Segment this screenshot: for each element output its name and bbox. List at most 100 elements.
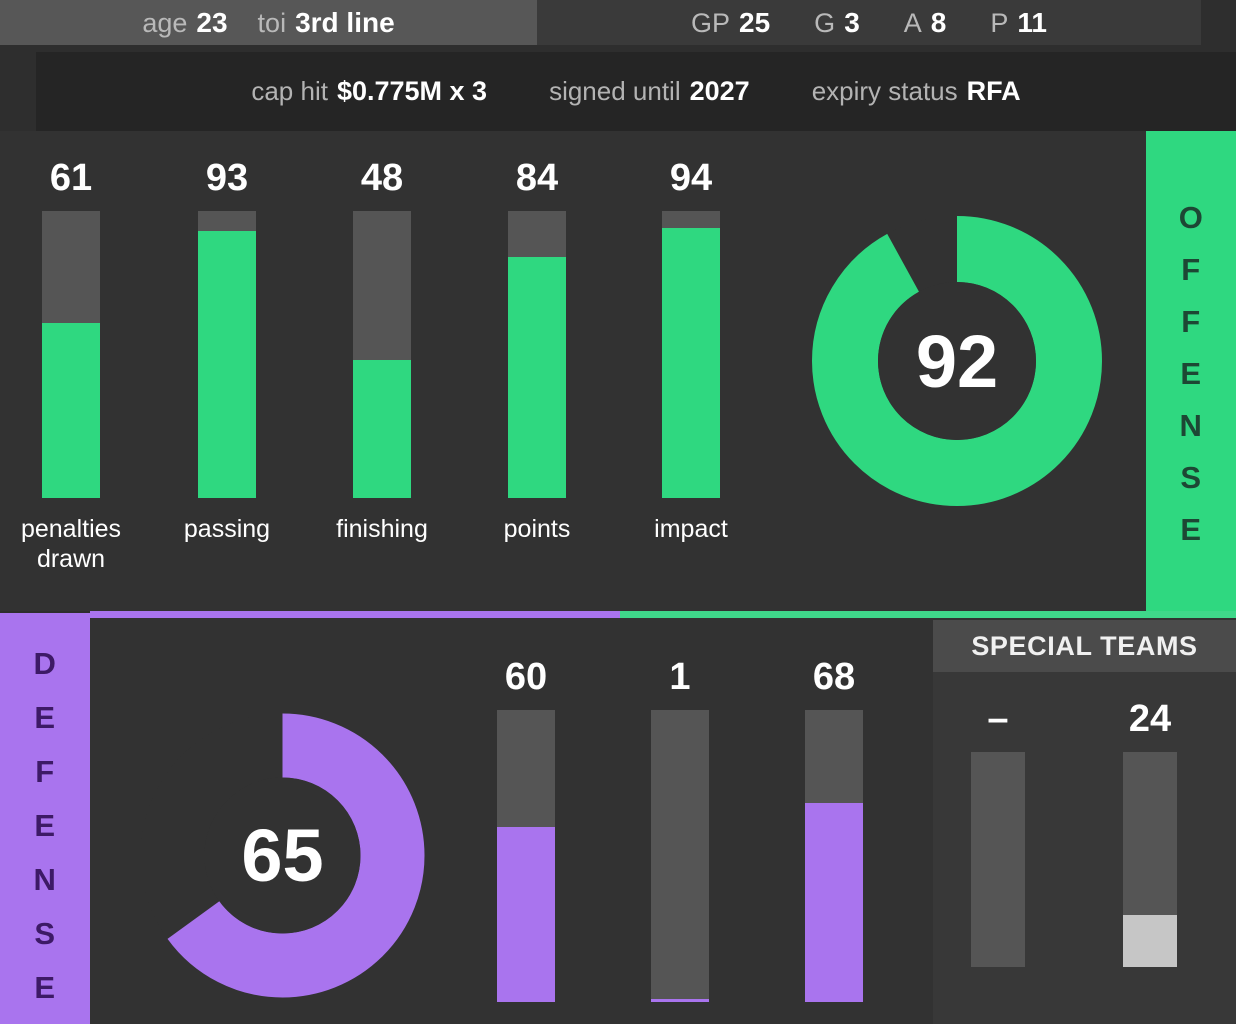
stat-toi-label: toi bbox=[257, 7, 287, 38]
special-teams-section: SPECIAL TEAMS – 24 bbox=[933, 620, 1236, 1024]
stat-gp: GP 25 bbox=[691, 7, 770, 39]
stat-gp-value: 25 bbox=[739, 6, 771, 38]
bar-label: impact bbox=[654, 515, 728, 543]
bar-value: 48 bbox=[360, 157, 404, 199]
stat-goals-label: G bbox=[814, 7, 836, 38]
stat-assists-value: 8 bbox=[930, 6, 947, 38]
defense-letter: E bbox=[34, 700, 56, 735]
contract-expiry-status-value: RFA bbox=[966, 76, 1021, 106]
offense-donut-icon bbox=[812, 216, 1102, 506]
defense-letter: S bbox=[34, 916, 56, 951]
stat-assists: A 8 bbox=[904, 7, 947, 39]
bar-fill bbox=[353, 360, 411, 498]
bar-defense-3: 68 bbox=[777, 658, 891, 1018]
stat-toi: toi 3rd line bbox=[258, 7, 395, 39]
bar-finishing: 48 finishing bbox=[325, 159, 439, 544]
offense-section: 61 penalties drawn 93 passing 48 finishi… bbox=[0, 131, 1236, 611]
bar-fill bbox=[651, 999, 709, 1002]
offense-letter: S bbox=[1180, 460, 1202, 495]
offense-letter: F bbox=[1181, 304, 1201, 339]
stat-assists-label: A bbox=[903, 7, 922, 38]
bar-value: 93 bbox=[205, 157, 249, 199]
bar-track bbox=[805, 710, 863, 1002]
offense-letter: F bbox=[1181, 252, 1201, 287]
stat-points-value: 11 bbox=[1017, 6, 1047, 38]
bar-label: penalties drawn bbox=[20, 515, 122, 573]
bar-impact: 94 impact bbox=[634, 159, 748, 544]
bar-value: 94 bbox=[669, 157, 713, 199]
bar-defense-1: 60 bbox=[469, 658, 583, 1018]
defense-rating-gauge: 65 bbox=[140, 713, 425, 998]
bar-label: finishing bbox=[336, 515, 428, 543]
defense-letter: D bbox=[33, 646, 57, 681]
defense-letter: E bbox=[34, 808, 56, 843]
offense-side-panel: O F F E N S E bbox=[1146, 131, 1236, 611]
bar-label: passing bbox=[183, 515, 271, 543]
offense-letter: N bbox=[1179, 408, 1203, 443]
bar-fill bbox=[198, 231, 256, 498]
bar-track bbox=[198, 211, 256, 498]
stat-gp-label: GP bbox=[691, 7, 731, 38]
stat-age-label: age bbox=[142, 7, 188, 38]
offense-letter: E bbox=[1180, 356, 1202, 391]
contract-row: cap hit $0.775M x 3 signed until 2027 ex… bbox=[36, 52, 1236, 131]
contract-signed-until: signed until 2027 bbox=[549, 76, 750, 107]
bar-track bbox=[1123, 752, 1177, 967]
stat-toi-value: 3rd line bbox=[295, 6, 395, 38]
bar-fill bbox=[42, 322, 100, 498]
stat-goals: G 3 bbox=[814, 7, 860, 39]
contract-signed-until-value: 2027 bbox=[689, 76, 750, 106]
contract-cap-hit-value: $0.775M x 3 bbox=[336, 76, 488, 106]
bar-fill bbox=[508, 256, 566, 498]
bar-value: 60 bbox=[504, 656, 548, 698]
bar-fill bbox=[662, 228, 720, 498]
bar-penalties-drawn: 61 penalties drawn bbox=[14, 159, 128, 574]
stat-age: age 23 bbox=[142, 7, 227, 39]
header-bio-segment: age 23 toi 3rd line bbox=[0, 0, 537, 45]
header-stat-row: age 23 toi 3rd line GP 25 G 3 A 8 P 11 bbox=[0, 0, 1236, 45]
bar-value: – bbox=[987, 698, 1009, 740]
bar-track bbox=[971, 752, 1025, 967]
bar-track bbox=[353, 211, 411, 498]
bar-track bbox=[508, 211, 566, 498]
stat-points: P 11 bbox=[990, 7, 1047, 39]
defense-letter: F bbox=[35, 754, 55, 789]
contract-expiry-status-label: expiry status bbox=[811, 76, 958, 106]
bar-value: 24 bbox=[1128, 698, 1172, 740]
contract-signed-until-label: signed until bbox=[549, 76, 681, 106]
divider-offense-accent bbox=[620, 611, 1236, 618]
offense-letter: O bbox=[1178, 200, 1204, 235]
bar-value: 61 bbox=[49, 157, 93, 199]
bar-value: 1 bbox=[669, 656, 691, 698]
bar-fill bbox=[1123, 915, 1177, 967]
bar-track bbox=[662, 211, 720, 498]
defense-letter: N bbox=[33, 862, 57, 897]
bar-special-teams-1: – bbox=[941, 700, 1055, 983]
bar-fill bbox=[805, 803, 863, 1002]
defense-side-panel: D E F E N S E bbox=[0, 613, 90, 1024]
bar-defense-2: 1 bbox=[623, 658, 737, 1018]
player-stats-card: age 23 toi 3rd line GP 25 G 3 A 8 P 11 c… bbox=[0, 0, 1236, 1024]
bar-fill bbox=[497, 826, 555, 1002]
offense-letter: E bbox=[1180, 512, 1202, 547]
bar-special-teams-2: 24 bbox=[1093, 700, 1207, 983]
offense-rating-gauge: 92 bbox=[812, 216, 1102, 506]
stat-points-label: P bbox=[990, 7, 1009, 38]
stat-age-value: 23 bbox=[196, 6, 228, 38]
header-filler bbox=[1201, 0, 1236, 45]
bar-track bbox=[42, 211, 100, 498]
contract-expiry-status: expiry status RFA bbox=[812, 76, 1021, 107]
bar-points: 84 points bbox=[480, 159, 594, 544]
divider-defense-accent bbox=[90, 611, 620, 618]
header-boxscore-segment: GP 25 G 3 A 8 P 11 bbox=[537, 0, 1201, 45]
bar-track bbox=[651, 710, 709, 1002]
bar-label: points bbox=[503, 515, 571, 543]
bar-passing: 93 passing bbox=[170, 159, 284, 544]
defense-letter: E bbox=[34, 970, 56, 1005]
bar-value: 84 bbox=[515, 157, 559, 199]
stat-goals-value: 3 bbox=[844, 6, 860, 38]
bar-value: 68 bbox=[812, 656, 856, 698]
bar-track bbox=[497, 710, 555, 1002]
contract-cap-hit-label: cap hit bbox=[251, 76, 328, 106]
contract-cap-hit: cap hit $0.775M x 3 bbox=[251, 76, 487, 107]
